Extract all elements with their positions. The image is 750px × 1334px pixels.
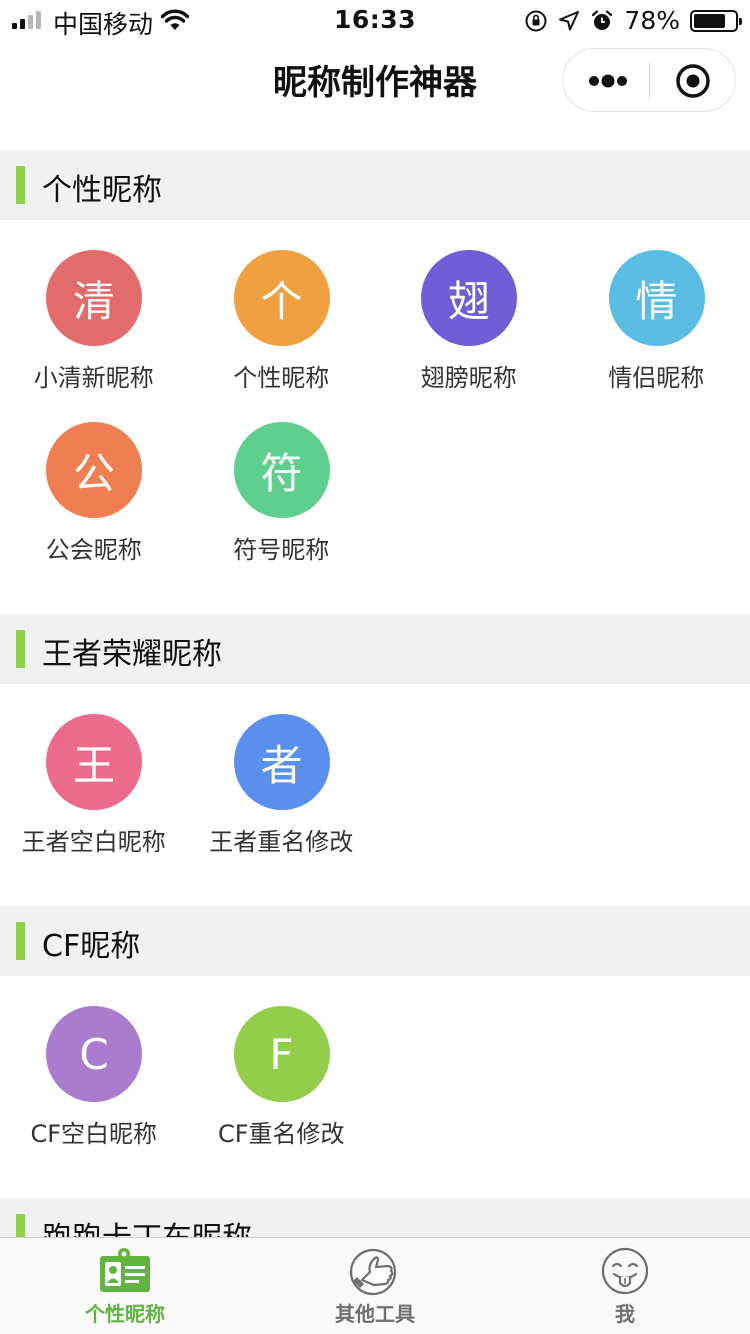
category-avatar: F: [233, 1006, 330, 1102]
capsule-divider: [649, 62, 650, 100]
category-avatar: 者: [233, 714, 330, 810]
nickname-category-item[interactable]: 翅翅膀昵称: [375, 250, 563, 422]
battery-icon: [690, 9, 742, 32]
tongue-face-icon: [601, 1247, 649, 1295]
section-header: CF昵称: [0, 906, 750, 976]
category-label: CF重名修改: [217, 1120, 345, 1148]
tab-bar: 个性昵称 其他工具 我: [0, 1237, 750, 1334]
tab-me[interactable]: 我: [500, 1238, 750, 1334]
category-label: 王者重名修改: [209, 828, 354, 856]
tab-other-tools[interactable]: 其他工具: [250, 1238, 500, 1334]
tab-label: 个性昵称: [85, 1302, 165, 1326]
nickname-grid: 清小清新昵称个个性昵称翅翅膀昵称情情侣昵称公公会昵称符符号昵称: [0, 220, 750, 614]
category-label: CF空白昵称: [30, 1120, 158, 1148]
nickname-category-item[interactable]: F CF重名修改: [188, 1006, 376, 1178]
category-avatar: 情: [608, 250, 705, 346]
nickname-category-item[interactable]: 清小清新昵称: [0, 250, 188, 422]
nickname-grid: 王王者空白昵称者王者重名修改: [0, 684, 750, 906]
status-bar: 中国移动 16:33 78%: [0, 0, 750, 40]
category-label: 王者空白昵称: [21, 828, 166, 856]
tab-label: 其他工具: [335, 1302, 415, 1326]
location-icon: [559, 10, 580, 30]
tab-label: 我: [615, 1302, 635, 1326]
section-accent-bar: [16, 166, 25, 204]
category-avatar: 公: [46, 422, 142, 518]
category-avatar: C: [46, 1006, 142, 1102]
content: 个性昵称清小清新昵称个个性昵称翅翅膀昵称情情侣昵称公公会昵称符符号昵称 王者荣耀昵…: [0, 150, 750, 1268]
section-title: CF昵称: [42, 929, 141, 964]
section-header: 个性昵称: [0, 150, 750, 220]
category-label: 情侣昵称: [608, 364, 705, 392]
id-card-icon: [100, 1248, 150, 1292]
category-avatar: 清: [46, 250, 142, 346]
section-header: 王者荣耀昵称: [0, 614, 750, 684]
nickname-category-item[interactable]: 符符号昵称: [188, 422, 376, 594]
category-label: 公会昵称: [45, 536, 142, 564]
nickname-category-item[interactable]: 公公会昵称: [0, 422, 188, 594]
category-label: 小清新昵称: [33, 364, 154, 392]
section-title: 个性昵称: [42, 173, 162, 208]
category-avatar: 符: [233, 422, 330, 518]
alarm-icon: [592, 9, 613, 30]
section-accent-bar: [16, 630, 25, 668]
category-avatar: 个: [233, 250, 330, 346]
orientation-lock-icon: [525, 10, 547, 31]
tab-nickname[interactable]: 个性昵称: [0, 1238, 250, 1334]
thumbs-up-icon: [349, 1248, 397, 1296]
section-accent-bar: [16, 922, 25, 960]
category-label: 翅膀昵称: [420, 364, 517, 392]
category-label: 个性昵称: [233, 364, 330, 392]
battery-percent: 78%: [624, 6, 680, 35]
more-icon[interactable]: [587, 71, 629, 91]
category-avatar: 王: [46, 714, 142, 810]
nickname-category-item[interactable]: 者王者重名修改: [188, 714, 376, 886]
category-label: 符号昵称: [233, 536, 330, 564]
status-right: 78%: [524, 6, 742, 35]
close-mini-program-icon[interactable]: [675, 63, 711, 99]
nickname-category-item[interactable]: 个个性昵称: [188, 250, 376, 422]
nickname-category-item[interactable]: 王王者空白昵称: [0, 714, 188, 886]
section-title: 王者荣耀昵称: [42, 637, 222, 672]
nickname-grid: C CF空白昵称 F CF重名修改: [0, 976, 750, 1198]
mini-program-capsule: [562, 48, 736, 112]
nickname-category-item[interactable]: 情情侣昵称: [563, 250, 750, 422]
battery-fill: [694, 13, 726, 28]
nickname-category-item[interactable]: C CF空白昵称: [0, 1006, 188, 1178]
category-avatar: 翅: [421, 250, 517, 346]
